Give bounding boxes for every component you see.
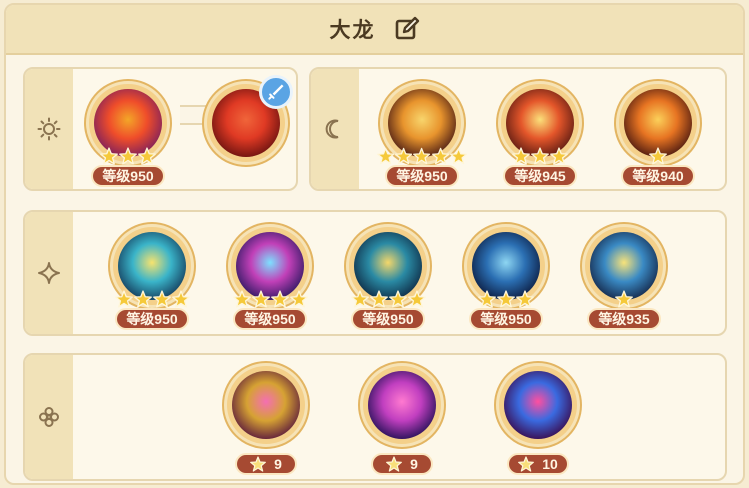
moon-card-2[interactable]: 等级945 (495, 81, 585, 191)
sun-side (25, 69, 73, 189)
build-panel: 大龙 等级950 等级950 等级945 等级940 等级950 等级950 等… (4, 3, 745, 485)
star-rating (579, 290, 669, 308)
count-value: 10 (542, 456, 558, 472)
star-rating (225, 290, 315, 308)
portrait-frame (496, 363, 580, 447)
portrait-frame (360, 363, 444, 447)
star-icon (407, 290, 426, 308)
sun-card-1[interactable]: 等级950 (83, 81, 173, 191)
moon-side (311, 69, 359, 189)
page-title: 大龙 (329, 19, 376, 42)
moon-card-3[interactable]: 等级940 (613, 81, 703, 191)
spark-card-1[interactable]: 等级950 (107, 224, 197, 334)
portrait-art (368, 371, 436, 439)
star-icon (478, 290, 496, 308)
portrait-frame (224, 363, 308, 447)
level-badge: 等级950 (351, 308, 425, 330)
star-icon (512, 147, 530, 165)
star-rating (83, 147, 173, 165)
sparkle-icon (38, 262, 60, 284)
star-icon (386, 456, 403, 472)
star-icon (138, 147, 156, 165)
portrait-art (504, 371, 572, 439)
spark-card-3[interactable]: 等级950 (343, 224, 433, 334)
star-icon (395, 147, 413, 165)
star-icon (350, 290, 369, 308)
flower-icon (39, 407, 59, 427)
star-icon (171, 290, 190, 308)
edit-button[interactable] (394, 16, 420, 42)
weapon-badge (259, 75, 293, 109)
header-bar: 大龙 (6, 5, 743, 55)
star-rating (613, 147, 703, 165)
moon-card-1[interactable]: 等级950 (377, 81, 467, 191)
star-icon (377, 147, 395, 165)
moon-panel: 等级950 等级945 等级940 (309, 67, 727, 191)
star-icon (388, 290, 407, 308)
level-badge: 等级950 (469, 308, 543, 330)
level-badge: 等级945 (503, 165, 577, 187)
spark-card-5[interactable]: 等级935 (579, 224, 669, 334)
count-badge: 9 (371, 453, 433, 475)
star-icon (497, 290, 515, 308)
sparkle-side (25, 212, 73, 334)
relic-2[interactable]: 9 (357, 363, 447, 475)
star-icon (431, 147, 449, 165)
star-rating (107, 290, 197, 308)
star-icon (270, 290, 289, 308)
level-badge: 等级950 (115, 308, 189, 330)
star-rating (377, 147, 467, 165)
star-icon (232, 290, 251, 308)
star-icon (369, 290, 388, 308)
star-rating (461, 290, 551, 308)
sun-panel: 等级950 (23, 67, 298, 191)
relic-3[interactable]: 10 (493, 363, 583, 475)
star-icon (518, 456, 535, 472)
star-icon (516, 290, 534, 308)
star-icon (251, 290, 270, 308)
level-badge: 等级935 (587, 308, 661, 330)
star-icon (152, 290, 171, 308)
relic-1[interactable]: 9 (221, 363, 311, 475)
star-icon (250, 456, 267, 472)
spark-card-2[interactable]: 等级950 (225, 224, 315, 334)
moon-icon (325, 119, 339, 139)
star-icon (100, 147, 118, 165)
spark-card-4[interactable]: 等级950 (461, 224, 551, 334)
sun-icon (37, 117, 61, 141)
star-rating (495, 147, 585, 165)
level-badge: 等级950 (385, 165, 459, 187)
flower-side (25, 355, 73, 479)
star-icon (413, 147, 431, 165)
star-icon (531, 147, 549, 165)
sparkle-panel: 等级950 等级950 等级950 等级950 等级935 (23, 210, 727, 336)
star-icon (133, 290, 152, 308)
star-icon (119, 147, 137, 165)
star-icon (449, 147, 467, 165)
level-badge: 等级950 (91, 165, 165, 187)
star-icon (649, 147, 667, 165)
star-icon (550, 147, 568, 165)
star-icon (289, 290, 308, 308)
level-badge: 等级940 (621, 165, 695, 187)
count-badge: 10 (507, 453, 569, 475)
count-value: 9 (410, 456, 418, 472)
edit-icon (395, 16, 419, 40)
portrait-art (232, 371, 300, 439)
count-badge: 9 (235, 453, 297, 475)
star-icon (114, 290, 133, 308)
count-value: 9 (274, 456, 282, 472)
level-badge: 等级950 (233, 308, 307, 330)
sword-icon (268, 84, 284, 100)
star-icon (615, 290, 633, 308)
star-rating (343, 290, 433, 308)
sun-card-2[interactable] (201, 75, 293, 191)
relic-panel: 9 9 10 (23, 353, 727, 481)
